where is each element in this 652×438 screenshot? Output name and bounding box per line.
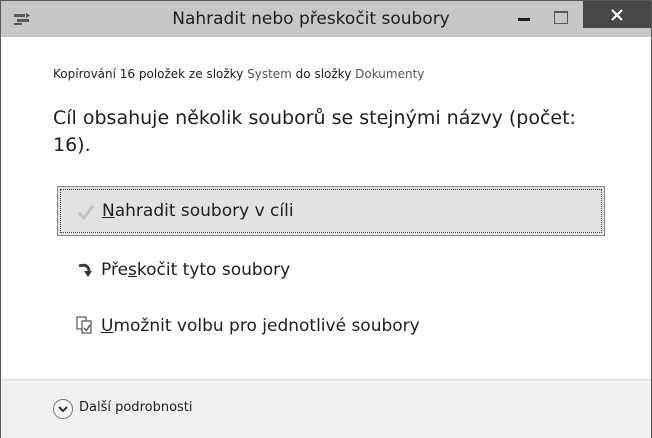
window-title: Nahradit nebo přeskočit soubory — [172, 9, 450, 29]
compare-files-icon — [75, 316, 95, 336]
minimize-icon — [518, 18, 530, 21]
dialog-footer: Další podrobnosti — [1, 379, 651, 438]
skip-arrow-icon — [75, 260, 95, 280]
minimize-button[interactable] — [507, 1, 541, 37]
checkmark-icon — [76, 202, 96, 222]
conflict-heading: Cíl obsahuje několik souborů se stejnými… — [53, 107, 576, 156]
source-folder-link[interactable]: System — [247, 67, 292, 81]
replace-files-label: Nahradit soubory v cíli — [102, 201, 294, 221]
title-bar[interactable]: Nahradit nebo přeskočit soubory — [1, 1, 651, 37]
copy-app-icon — [13, 12, 31, 26]
summary-middle: do složky — [291, 67, 356, 81]
more-details-label: Další podrobnosti — [79, 400, 193, 415]
decide-each-file-label: Umožnit volbu pro jednotlivé soubory — [101, 316, 420, 336]
summary-prefix: Kopírování 16 položek ze složky — [53, 67, 248, 81]
copy-summary: Kopírování 16 položek ze složky System d… — [53, 67, 424, 81]
maximize-button[interactable] — [544, 1, 578, 37]
replace-files-option[interactable]: Nahradit soubory v cíli — [57, 186, 605, 236]
maximize-icon — [554, 11, 568, 24]
close-button[interactable] — [583, 1, 651, 28]
chevron-down-icon — [53, 399, 73, 419]
destination-folder-link[interactable]: Dokumenty — [355, 67, 424, 81]
close-icon — [611, 9, 623, 21]
decide-each-file-option[interactable]: Umožnit volbu pro jednotlivé soubory — [57, 301, 603, 351]
skip-files-label: Přeskočit tyto soubory — [101, 260, 291, 280]
skip-files-option[interactable]: Přeskočit tyto soubory — [57, 245, 603, 295]
dialog-window: Nahradit nebo přeskočit soubory Kopírová… — [0, 0, 652, 438]
